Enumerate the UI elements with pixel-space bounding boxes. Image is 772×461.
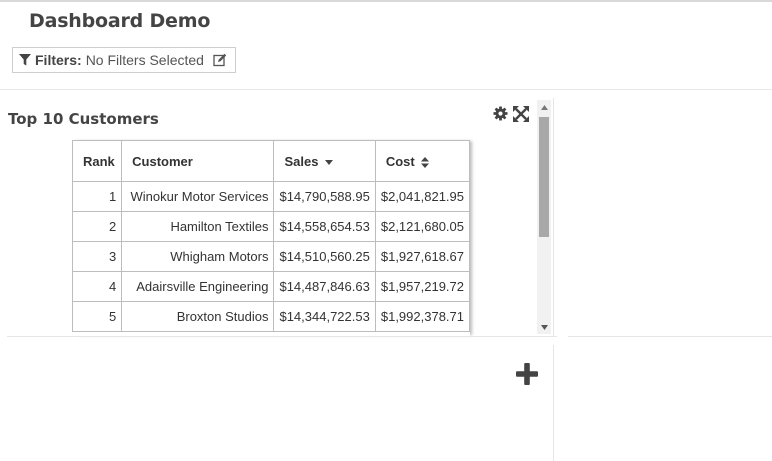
edit-icon[interactable] [213, 53, 227, 67]
customer-cell: Whigham Motors [121, 241, 275, 272]
col-header-sales[interactable]: Sales [273, 140, 376, 182]
header-divider [0, 89, 772, 90]
rank-cell: 3 [72, 241, 123, 272]
panel-bottom-divider [7, 336, 557, 337]
table-row: 1 Winokur Motor Services $14,790,588.95 … [72, 181, 470, 212]
empty-panel-divider [553, 345, 554, 461]
table-header-row: Rank Customer Sales Cost [72, 140, 470, 182]
col-header-cost[interactable]: Cost [374, 140, 470, 182]
table-row: 2 Hamilton Textiles $14,558,654.53 $2,12… [72, 211, 470, 242]
panel-title: Top 10 Customers [8, 110, 159, 128]
cost-cell: $1,927,618.67 [374, 241, 470, 272]
customer-cell: Hamilton Textiles [121, 211, 275, 242]
customers-table: Rank Customer Sales Cost 1 Winokur Motor… [72, 140, 470, 332]
table-row: 5 Broxton Studios $14,344,722.53 $1,992,… [72, 301, 470, 332]
sort-both-icon [421, 156, 430, 168]
sales-cell: $14,487,846.63 [273, 271, 376, 302]
rank-cell: 4 [72, 271, 123, 302]
cost-cell: $2,041,821.95 [374, 181, 470, 212]
cost-cell: $1,992,378.71 [374, 301, 470, 332]
top-border [0, 0, 772, 2]
plus-icon[interactable] [516, 363, 538, 385]
col-sales-label: Sales [284, 153, 319, 169]
customer-cell: Broxton Studios [121, 301, 275, 332]
panel-scrollbar[interactable] [537, 100, 551, 334]
col-rank-label: Rank [83, 153, 115, 169]
rank-cell: 5 [72, 301, 123, 332]
rank-cell: 1 [72, 181, 123, 212]
sales-cell: $14,510,560.25 [273, 241, 376, 272]
filters-bar[interactable]: Filters: No Filters Selected [12, 47, 236, 73]
page-title: Dashboard Demo [29, 10, 211, 32]
sales-cell: $14,790,588.95 [273, 181, 376, 212]
col-cost-label: Cost [385, 153, 415, 169]
sales-cell: $14,344,722.53 [273, 301, 376, 332]
customers-table-container: Rank Customer Sales Cost 1 Winokur Motor… [72, 140, 470, 336]
panel-right-divider [568, 336, 772, 337]
scroll-up-arrow-icon[interactable] [537, 100, 551, 114]
table-row: 4 Adairsville Engineering $14,487,846.63… [72, 271, 470, 302]
cost-cell: $2,121,680.05 [374, 211, 470, 242]
scrollbar-thumb[interactable] [539, 117, 549, 237]
cost-cell: $1,957,219.72 [374, 271, 470, 302]
rank-cell: 2 [72, 211, 123, 242]
col-header-customer[interactable]: Customer [121, 140, 275, 182]
col-header-rank[interactable]: Rank [72, 140, 123, 182]
sort-down-icon [325, 159, 334, 165]
scroll-down-arrow-icon[interactable] [537, 320, 551, 334]
customer-cell: Adairsville Engineering [121, 271, 275, 302]
col-customer-label: Customer [132, 153, 193, 169]
customer-cell: Winokur Motor Services [121, 181, 275, 212]
expand-icon[interactable] [513, 106, 529, 122]
sales-cell: $14,558,654.53 [273, 211, 376, 242]
funnel-icon [19, 54, 31, 66]
gear-icon[interactable] [493, 106, 508, 121]
filters-label: Filters: [35, 52, 82, 68]
filters-value: No Filters Selected [85, 52, 204, 68]
table-row: 3 Whigham Motors $14,510,560.25 $1,927,6… [72, 241, 470, 272]
